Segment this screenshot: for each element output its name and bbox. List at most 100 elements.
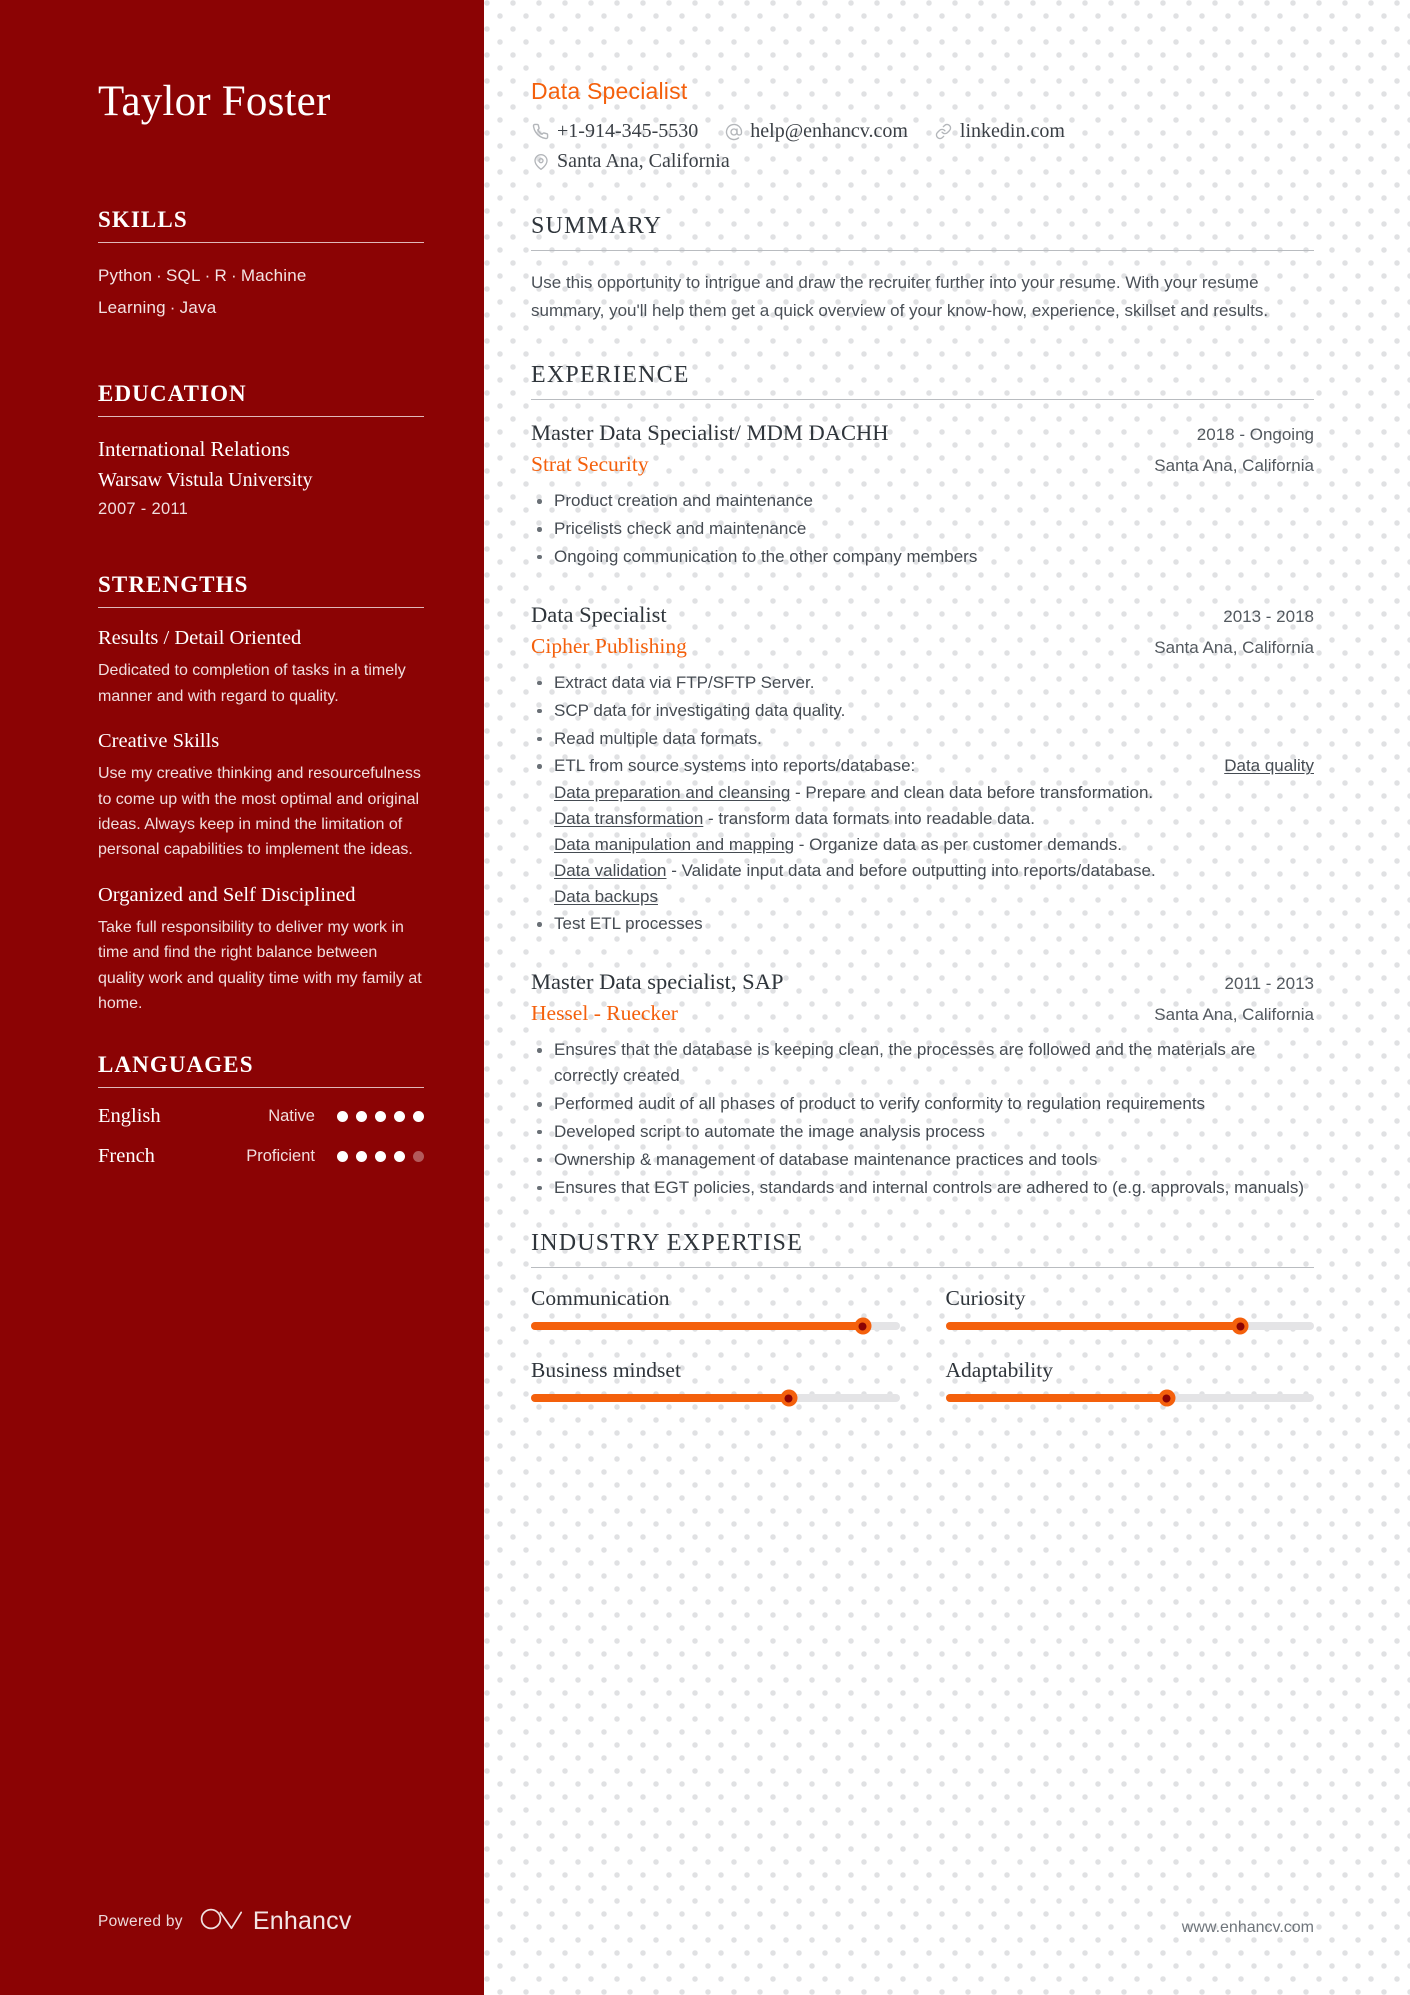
industry-expertise-bars: Communication Curiosity Business mindset Ad… bbox=[531, 1286, 1314, 1407]
contact-location: Santa Ana, California bbox=[531, 150, 730, 173]
experience-company: Hessel - Ruecker bbox=[531, 1001, 678, 1026]
etl-sub-line-desc: - Prepare and clean data before transfor… bbox=[790, 783, 1154, 803]
experience-header: Master Data specialist, SAP 2011 - 2013 bbox=[531, 967, 1314, 996]
experience-heading: EXPERIENCE bbox=[531, 362, 690, 389]
expertise-slider-track[interactable] bbox=[531, 1389, 900, 1407]
contact-phone[interactable]: +1-914-345-5530 bbox=[531, 120, 698, 143]
experience-bullet: Ownership & management of database maint… bbox=[531, 1147, 1314, 1173]
expertise-slider-fill bbox=[531, 1394, 789, 1403]
experience-bullet: Product creation and maintenance bbox=[531, 488, 1314, 514]
experience-item: Master Data specialist, SAP 2011 - 2013 He… bbox=[531, 967, 1314, 1200]
expertise-item: Business mindset bbox=[531, 1358, 900, 1407]
sidebar: Taylor Foster SKILLS Python · SQL · R · Machin… bbox=[0, 0, 484, 1995]
strength-description: Use my creative thinking and resourceful… bbox=[98, 765, 421, 859]
experience-bullet: SCP data for investigating data quality. bbox=[531, 698, 1314, 724]
expertise-slider-track[interactable] bbox=[945, 1389, 1314, 1407]
contact-row-primary: +1-914-345-5530 help@enhancv.com linkedi… bbox=[531, 120, 1314, 143]
contact-location-text: Santa Ana, California bbox=[557, 150, 730, 172]
expertise-label: Business mindset bbox=[531, 1358, 681, 1383]
skill-item: Java bbox=[179, 297, 217, 317]
language-level: Proficient bbox=[246, 1147, 315, 1166]
experience-title: Data Specialist bbox=[531, 601, 667, 627]
summary-divider bbox=[531, 250, 1314, 251]
resume-page: Taylor Foster SKILLS Python · SQL · R · Machin… bbox=[0, 0, 1410, 1995]
rating-dot bbox=[356, 1111, 367, 1123]
experience-bullets: Product creation and maintenance Pricelis… bbox=[531, 488, 1314, 569]
summary-heading: SUMMARY bbox=[531, 213, 663, 239]
language-row: English Native bbox=[98, 1105, 424, 1128]
sidebar-section-education: EDUCATION International Relations Warsaw… bbox=[98, 381, 424, 518]
experience-location: Santa Ana, California bbox=[1154, 1005, 1314, 1025]
contact-link[interactable]: linkedin.com bbox=[934, 120, 1065, 143]
etl-sub-line-term: Data manipulation and mapping bbox=[554, 834, 795, 854]
strengths-divider bbox=[98, 606, 424, 608]
industry-expertise-divider bbox=[531, 1267, 1314, 1269]
etl-sub-line: Data validation - Validate input data an… bbox=[554, 858, 1314, 884]
expertise-slider-track[interactable] bbox=[945, 1317, 1314, 1335]
experience-bullet: Ensures that the database is keeping cle… bbox=[531, 1037, 1314, 1089]
contact-row-location: Santa Ana, California bbox=[531, 150, 1314, 173]
contact-phone-text: +1-914-345-5530 bbox=[557, 120, 699, 142]
education-school: Warsaw Vistula University bbox=[98, 468, 313, 491]
etl-lead-row: ETL from source systems into reports/dat… bbox=[554, 753, 1314, 779]
strength-description: Take full responsibility to deliver my w… bbox=[98, 919, 422, 1013]
etl-sub-line: Data backups bbox=[554, 884, 1314, 910]
experience-bullet-etl: ETL from source systems into reports/dat… bbox=[531, 753, 1314, 909]
expertise-slider-knob[interactable] bbox=[1231, 1317, 1249, 1335]
language-rating-dots bbox=[337, 1111, 424, 1123]
skills-heading: SKILLS bbox=[98, 207, 188, 233]
rating-dot bbox=[337, 1111, 348, 1123]
sidebar-footer: Powered by Enhancv bbox=[98, 1906, 352, 1937]
strength-title: Results / Detail Oriented bbox=[98, 626, 302, 649]
link-icon bbox=[934, 122, 953, 141]
expertise-slider-track[interactable] bbox=[531, 1317, 900, 1335]
summary-text: Use this opportunity to intrigue and dra… bbox=[531, 273, 1269, 320]
etl-sub-line-desc: - transform data formats into readable d… bbox=[703, 809, 1035, 829]
etl-right-tag: Data quality bbox=[1224, 756, 1314, 776]
skill-separator: · bbox=[231, 266, 237, 286]
experience-bullet: Ensures that EGT policies, standards and… bbox=[531, 1175, 1314, 1201]
expertise-slider-knob[interactable] bbox=[780, 1389, 798, 1407]
skill-item: R bbox=[214, 266, 227, 286]
section-industry-expertise: INDUSTRY EXPERTISE Communication Curiosit… bbox=[531, 1230, 1314, 1407]
skill-separator: · bbox=[156, 266, 163, 286]
enhancv-brand-name: Enhancv bbox=[252, 1907, 352, 1935]
experience-subheader: Strat Security Santa Ana, California bbox=[531, 451, 1314, 479]
experience-bullet: Developed script to automate the image a… bbox=[531, 1119, 1314, 1145]
strengths-heading: STRENGTHS bbox=[98, 571, 249, 597]
experience-bullet: Pricelists check and maintenance bbox=[531, 516, 1314, 542]
skill-item: SQL bbox=[166, 266, 201, 286]
rating-dot bbox=[375, 1151, 386, 1163]
rating-dot bbox=[413, 1111, 424, 1123]
expertise-slider-knob[interactable] bbox=[1158, 1389, 1176, 1407]
experience-dates: 2018 - Ongoing bbox=[1196, 425, 1314, 445]
sidebar-section-skills: SKILLS Python · SQL · R · Machine Learning · Jav… bbox=[98, 207, 424, 323]
experience-bullet: Extract data via FTP/SFTP Server. bbox=[531, 670, 1314, 696]
education-dates: 2007 - 2011 bbox=[98, 499, 189, 518]
section-experience: EXPERIENCE Master Data Specialist/ MDM D… bbox=[531, 362, 1314, 1200]
skill-separator: · bbox=[169, 297, 176, 317]
education-heading: EDUCATION bbox=[98, 381, 247, 407]
sidebar-section-strengths: STRENGTHS Results / Detail Oriented Dedic… bbox=[98, 572, 424, 1017]
experience-item: Master Data Specialist/ MDM DACHH 2018 - … bbox=[531, 418, 1314, 570]
etl-lead-text: ETL from source systems into reports/dat… bbox=[554, 756, 916, 776]
skill-separator: · bbox=[204, 266, 211, 286]
phone-icon bbox=[531, 122, 550, 141]
section-summary: SUMMARY Use this opportunity to intrigue… bbox=[531, 213, 1314, 324]
powered-by-label: Powered by bbox=[98, 1912, 183, 1930]
etl-sub-line: Data preparation and cleansing - Prepare… bbox=[554, 780, 1314, 806]
strengths-list: Results / Detail Oriented Dedicated to co… bbox=[98, 625, 424, 1017]
rating-dot bbox=[413, 1151, 424, 1163]
contact-email[interactable]: help@enhancv.com bbox=[724, 120, 908, 143]
etl-sub-line-term: Data transformation bbox=[554, 809, 704, 829]
expertise-slider-knob[interactable] bbox=[854, 1317, 872, 1335]
contact-block: +1-914-345-5530 help@enhancv.com linkedi… bbox=[531, 120, 1314, 173]
etl-sub-line-desc: - Validate input data and before outputt… bbox=[666, 860, 1156, 880]
experience-location: Santa Ana, California bbox=[1154, 456, 1314, 476]
experience-item: Data Specialist 2013 - 2018 Cipher Publish… bbox=[531, 600, 1314, 937]
language-level: Native bbox=[268, 1107, 315, 1126]
experience-company: Strat Security bbox=[531, 452, 649, 477]
expertise-item: Adaptability bbox=[945, 1358, 1314, 1407]
footer-url[interactable]: www.enhancv.com bbox=[1182, 1919, 1314, 1937]
rating-dot bbox=[337, 1151, 348, 1163]
